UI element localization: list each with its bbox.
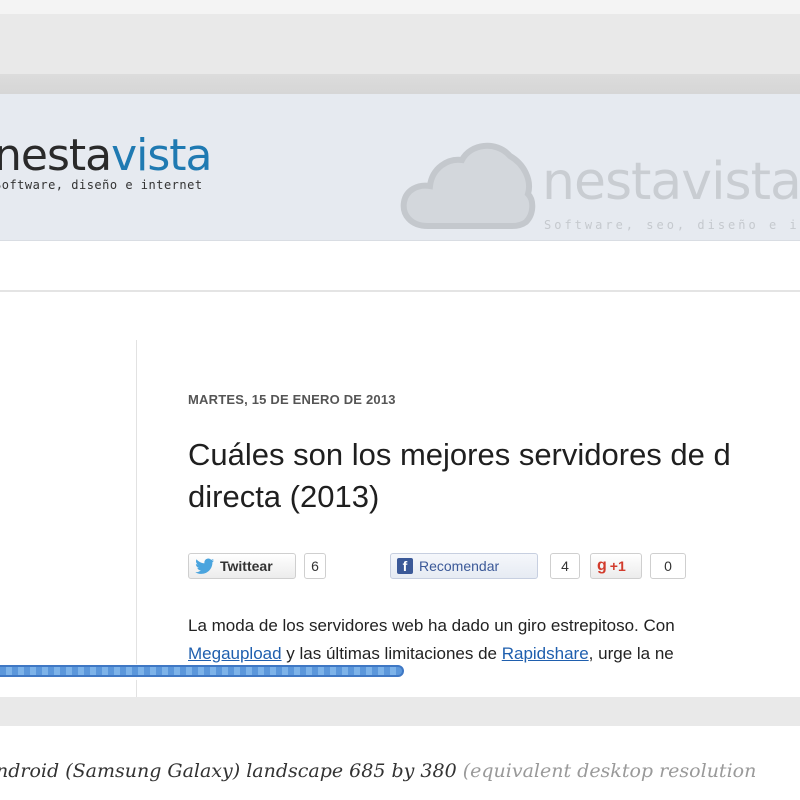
top-strip — [0, 0, 800, 14]
watermark-tagline: Software, seo, diseño e interne — [544, 218, 800, 232]
tweet-label: Twittear — [220, 558, 273, 574]
browser-screen: nestavista Software, diseño e internet n… — [0, 94, 800, 697]
post-body: La moda de los servidores web ha dado un… — [188, 612, 800, 668]
post-body-line: La moda de los servidores web ha dado un… — [188, 616, 675, 635]
logo-word-left: nesta — [0, 130, 112, 181]
logo-word-right: vista — [111, 130, 212, 181]
site-logo[interactable]: nestavista Software, diseño e internet — [0, 134, 213, 193]
caption-main: ndroid (Samsung Galaxy) landscape 685 by… — [0, 760, 457, 782]
logo-wordmark: nestavista — [0, 134, 213, 178]
image-caption: ndroid (Samsung Galaxy) landscape 685 by… — [0, 760, 756, 782]
tweet-button[interactable]: Twittear — [188, 553, 296, 579]
device-frame: nestavista Software, diseño e internet n… — [0, 0, 800, 800]
sidebar-divider — [136, 340, 137, 697]
tweet-count: 6 — [304, 553, 326, 579]
header-divider — [0, 290, 800, 292]
rapidshare-link[interactable]: Rapidshare — [502, 644, 589, 663]
horizontal-scrollbar-thumb[interactable] — [0, 665, 404, 677]
like-count: 4 — [550, 553, 580, 579]
google-plus-button[interactable]: g +1 — [590, 553, 642, 579]
post-date: MARTES, 15 DE ENERO DE 2013 — [188, 392, 396, 407]
google-plus-icon: g — [597, 557, 607, 574]
gplus-label: +1 — [609, 558, 626, 574]
caption-extra: (equivalent desktop resolution — [456, 760, 757, 782]
post-body-text: y las últimas limitaciones de — [281, 644, 502, 663]
twitter-bird-icon — [195, 558, 214, 574]
megaupload-link[interactable]: Megaupload — [188, 644, 282, 663]
watermark-wordmark: nestavista — [542, 152, 800, 212]
cloud-icon — [400, 142, 536, 229]
site-header-banner: nestavista Software, diseño e internet n… — [0, 94, 800, 241]
post-body-text: , urge la ne — [588, 644, 674, 663]
post-title[interactable]: Cuáles son los mejores servidores de d d… — [188, 434, 800, 518]
gplus-count: 0 — [650, 553, 686, 579]
facebook-recommend-button[interactable]: f Recomendar — [390, 553, 538, 579]
facebook-f-icon: f — [397, 558, 413, 574]
logo-tagline: Software, diseño e internet — [0, 178, 203, 192]
like-label: Recomendar — [419, 558, 500, 574]
